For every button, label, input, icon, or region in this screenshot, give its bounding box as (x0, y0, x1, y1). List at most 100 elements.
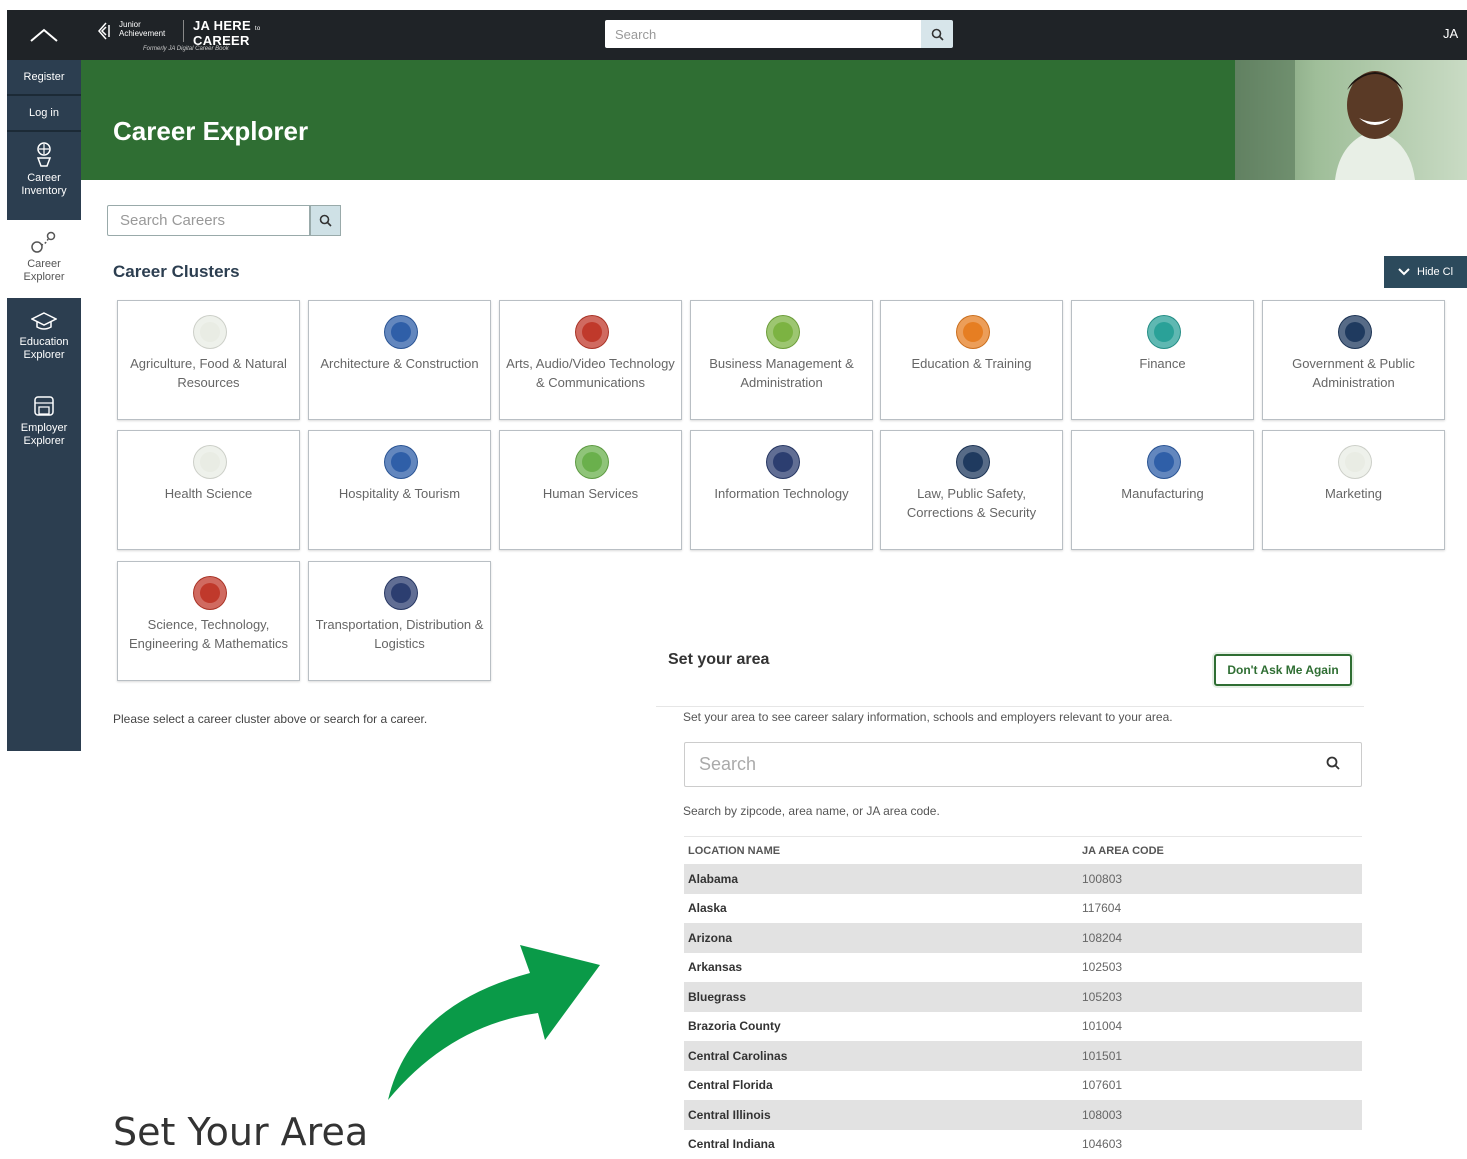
sidebar-item-employer-explorer[interactable]: EmployerExplorer (7, 394, 81, 468)
table-row[interactable]: Brazoria County101004 (684, 1012, 1362, 1042)
cluster-card[interactable]: Information Technology (690, 430, 873, 550)
table-row[interactable]: Alabama100803 (684, 864, 1362, 894)
table-row[interactable]: Alaska117604 (684, 894, 1362, 924)
cluster-label: Transportation, Distribution & Logistics (315, 615, 484, 653)
sidebar-item-career-inventory[interactable]: CareerInventory (7, 140, 81, 214)
table-row[interactable]: Central Florida107601 (684, 1071, 1362, 1101)
cluster-card[interactable]: Transportation, Distribution & Logistics (308, 561, 491, 681)
logo-subtitle: Formerly JA Digital Career Book (143, 46, 229, 52)
area-search-input[interactable]: Search (684, 742, 1362, 787)
finance-chart-icon (1147, 315, 1181, 349)
cluster-card[interactable]: Science, Technology, Engineering & Mathe… (117, 561, 300, 681)
career-explorer-icon (30, 230, 58, 254)
graduation-cap-icon (956, 315, 990, 349)
table-header: LOCATION NAME JA AREA CODE (684, 836, 1362, 864)
table-row[interactable]: Arizona108204 (684, 923, 1362, 953)
cluster-label: Arts, Audio/Video Technology & Communica… (506, 354, 675, 392)
career-inventory-icon (32, 140, 56, 168)
cluster-label: Government & Public Administration (1269, 354, 1438, 392)
storefront-icon (32, 394, 56, 418)
cluster-label: Health Science (124, 484, 293, 503)
career-search-input[interactable]: Search Careers (107, 205, 310, 236)
graduation-cap-icon (31, 310, 57, 332)
cluster-card[interactable]: Business Management & Administration (690, 300, 873, 420)
police-badge-icon (956, 445, 990, 479)
cluster-label: Marketing (1269, 484, 1438, 503)
top-bar: JuniorAchievement JA HERE toCAREER Forme… (7, 10, 1467, 60)
cluster-label: Agriculture, Food & Natural Resources (124, 354, 293, 392)
cluster-label: Human Services (506, 484, 675, 503)
chevron-down-icon (1398, 268, 1410, 276)
cluster-card[interactable]: Health Science (117, 430, 300, 550)
table-row[interactable]: Bluegrass105203 (684, 982, 1362, 1012)
top-search-input[interactable]: Search (605, 20, 921, 48)
service-bell-icon (384, 445, 418, 479)
cluster-label: Finance (1078, 354, 1247, 373)
cluster-card[interactable]: Government & Public Administration (1262, 300, 1445, 420)
career-clusters-title: Career Clusters (113, 262, 240, 282)
cluster-card[interactable]: Agriculture, Food & Natural Resources (117, 300, 300, 420)
people-group-icon (575, 445, 609, 479)
sidebar-item-education-explorer[interactable]: EducationExplorer (7, 310, 81, 384)
table-body: Alabama100803 Alaska117604 Arizona108204… (684, 864, 1362, 1159)
page-title: Career Explorer (113, 116, 308, 147)
caption-text: Set Your Area (113, 1110, 368, 1154)
curved-arrow-icon (380, 925, 610, 1105)
ja-logo-mark-icon (97, 22, 115, 40)
hide-clusters-button[interactable]: Hide Cl (1384, 256, 1467, 288)
cluster-card[interactable]: Human Services (499, 430, 682, 550)
cluster-label: Hospitality & Tourism (315, 484, 484, 503)
user-initials[interactable]: JA (1443, 26, 1458, 41)
column-location-name: LOCATION NAME (684, 845, 1082, 857)
cluster-card[interactable]: Marketing (1262, 430, 1445, 550)
set-area-divider (656, 706, 1364, 707)
column-ja-area-code: JA AREA CODE (1082, 845, 1362, 857)
cluster-card[interactable]: Architecture & Construction (308, 300, 491, 420)
sidebar-item-career-explorer[interactable]: CareerExplorer (7, 220, 81, 298)
cluster-instruction-note: Please select a career cluster above or … (113, 712, 427, 726)
login-button[interactable]: Log in (7, 96, 81, 132)
table-row[interactable]: Central Indiana104603 (684, 1130, 1362, 1159)
top-search-placeholder: Search (615, 27, 656, 42)
set-area-description: Set your area to see career salary infor… (683, 710, 1173, 724)
area-search-placeholder: Search (699, 754, 756, 775)
top-search-button[interactable] (921, 20, 953, 48)
table-row[interactable]: Central Carolinas101501 (684, 1041, 1362, 1071)
science-flask-icon (193, 576, 227, 610)
set-area-title: Set your area (668, 651, 769, 669)
cluster-label: Education & Training (887, 354, 1056, 373)
area-table: LOCATION NAME JA AREA CODE Alabama100803… (684, 836, 1362, 1159)
area-search-hint: Search by zipcode, area name, or JA area… (683, 804, 940, 818)
government-building-icon (1338, 315, 1372, 349)
video-camera-icon (575, 315, 609, 349)
cluster-card[interactable]: Hospitality & Tourism (308, 430, 491, 550)
search-icon[interactable] (1324, 754, 1344, 774)
ja-logo[interactable]: JuniorAchievement JA HERE toCAREER Forme… (97, 16, 267, 56)
cluster-card[interactable]: Manufacturing (1071, 430, 1254, 550)
search-icon (931, 28, 944, 41)
network-globe-icon (766, 445, 800, 479)
agriculture-plant-icon (193, 315, 227, 349)
table-row[interactable]: Arkansas102503 (684, 953, 1362, 983)
logo-ja-text: JuniorAchievement (119, 20, 165, 38)
hard-hat-icon (384, 315, 418, 349)
cluster-label: Manufacturing (1078, 484, 1247, 503)
stethoscope-icon (193, 445, 227, 479)
cluster-card[interactable]: Finance (1071, 300, 1254, 420)
cluster-card[interactable]: Law, Public Safety, Corrections & Securi… (880, 430, 1063, 550)
sidebar: Register Log in CareerInventory CareerEx… (7, 60, 81, 751)
career-search-placeholder: Search Careers (120, 212, 225, 229)
register-button[interactable]: Register (7, 60, 81, 96)
collapse-chevron-up-icon[interactable] (7, 10, 81, 60)
gear-icon (1147, 445, 1181, 479)
cluster-card[interactable]: Arts, Audio/Video Technology & Communica… (499, 300, 682, 420)
cluster-card[interactable]: Education & Training (880, 300, 1063, 420)
cluster-label: Law, Public Safety, Corrections & Securi… (887, 484, 1056, 522)
career-search-button[interactable] (310, 205, 341, 236)
dont-ask-again-button[interactable]: Don't Ask Me Again (1214, 654, 1352, 686)
pie-chart-icon (1338, 445, 1372, 479)
delivery-truck-icon (384, 576, 418, 610)
table-row[interactable]: Central Illinois108003 (684, 1100, 1362, 1130)
logo-divider (183, 20, 184, 42)
search-icon (319, 214, 332, 227)
